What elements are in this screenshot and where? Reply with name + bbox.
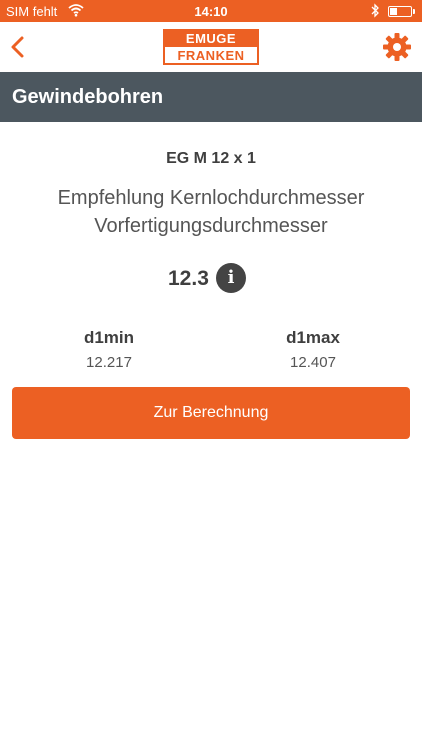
calculate-button[interactable]: Zur Berechnung <box>12 387 410 439</box>
recommendation-line-2: Vorfertigungsdurchmesser <box>94 215 328 237</box>
d1min-column: d1min 12.217 <box>49 328 169 371</box>
d1max-label: d1max <box>286 328 340 347</box>
thread-designation: EG M 12 x 1 <box>166 150 256 167</box>
back-button[interactable] <box>6 32 34 62</box>
value-row: 12.3 i <box>0 262 422 294</box>
chevron-left-icon <box>6 36 34 66</box>
info-icon[interactable]: i <box>216 263 246 293</box>
status-time: 14:10 <box>194 4 228 19</box>
nav-bar: EMUGE FRANKEN <box>0 22 422 72</box>
section-header: Gewindebohren <box>0 72 422 122</box>
d1max-column: d1max 12.407 <box>253 328 373 371</box>
bluetooth-icon <box>370 3 380 21</box>
d1max-value: 12.407 <box>290 354 336 371</box>
gear-icon <box>382 33 412 66</box>
recommendation-line-1: Empfehlung Kernlochdurchmesser <box>57 187 365 209</box>
recommendation-text: Empfehlung Kernlochdurchmesser Vorfertig… <box>0 184 422 240</box>
status-bar: SIM fehlt 14:10 <box>0 0 422 22</box>
logo-bottom-text: FRANKEN <box>177 48 245 63</box>
settings-button[interactable] <box>382 32 412 62</box>
battery-icon <box>388 6 415 17</box>
recommended-diameter: 12.3 <box>168 267 209 290</box>
d1min-label: d1min <box>83 328 135 347</box>
page-title: Gewindebohren <box>12 86 164 108</box>
emuge-franken-logo: EMUGE FRANKEN <box>163 29 259 65</box>
d1min-value: 12.217 <box>86 354 132 371</box>
logo-top-text: EMUGE <box>165 31 257 47</box>
